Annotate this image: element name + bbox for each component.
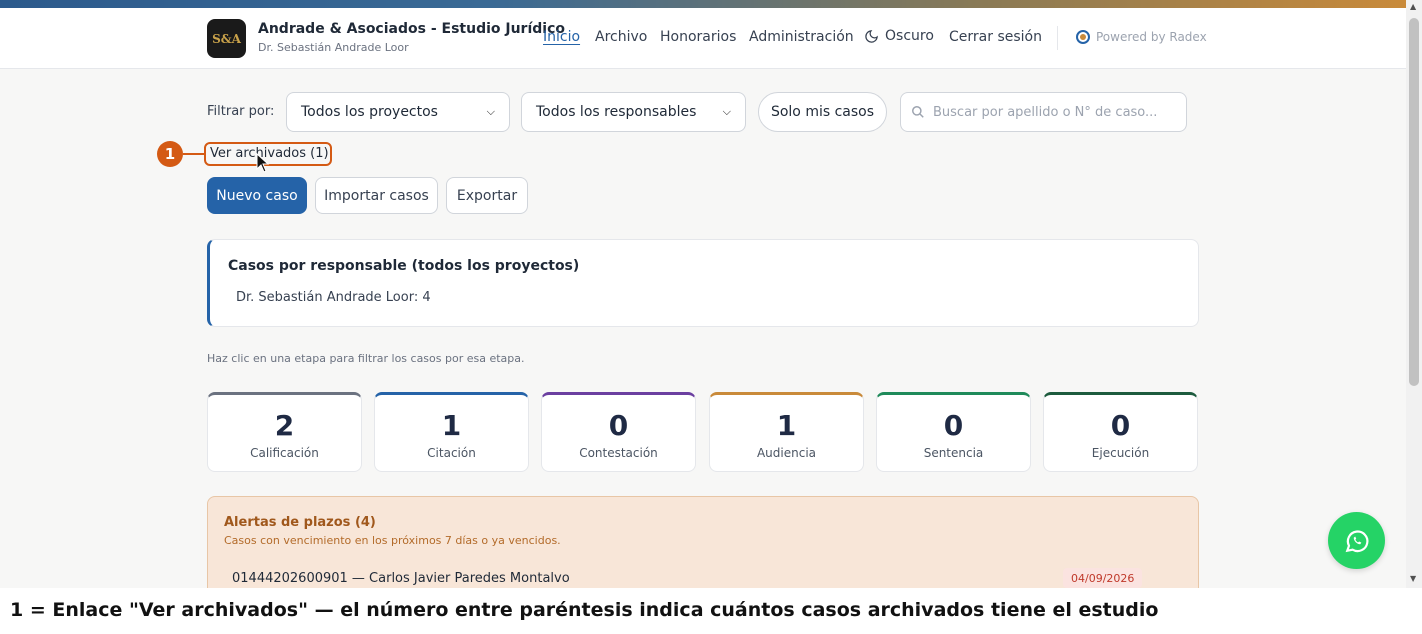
annotation-caption: 1 = Enlace "Ver archivados" — el número … <box>0 588 1422 634</box>
radex-logo-icon <box>1076 30 1090 44</box>
stage-card-contestacion[interactable]: 0 Contestación <box>541 392 696 472</box>
stage-count: 1 <box>441 409 462 442</box>
new-case-button[interactable]: Nuevo caso <box>207 177 307 214</box>
export-button[interactable]: Exportar <box>446 177 528 214</box>
filter-label: Filtrar por: <box>207 104 275 119</box>
logout-link[interactable]: Cerrar sesión <box>949 29 1042 45</box>
alert-row[interactable]: 01444202600901 — Carlos Javier Paredes M… <box>232 571 570 586</box>
search-input[interactable]: Buscar por apellido o N° de caso... <box>900 92 1187 132</box>
my-cases-button[interactable]: Solo mis casos <box>758 92 887 132</box>
scroll-thumb[interactable] <box>1409 18 1419 386</box>
responsible-count-item: Dr. Sebastián Andrade Loor: 4 <box>236 290 431 305</box>
deadline-alerts-panel: Alertas de plazos (4) Casos con vencimie… <box>207 496 1199 588</box>
stage-hint: Haz clic en una etapa para filtrar los c… <box>207 352 525 365</box>
scroll-up-arrow-icon[interactable]: ▲ <box>1410 2 1416 11</box>
stage-card-ejecucion[interactable]: 0 Ejecución <box>1043 392 1198 472</box>
stage-count: 0 <box>608 409 629 442</box>
stage-label: Audiencia <box>756 446 817 460</box>
annotation-badge: 1 <box>157 141 183 167</box>
firm-name: Andrade & Asociados - Estudio Jurídico <box>258 21 565 37</box>
stage-count: 2 <box>274 409 295 442</box>
powered-by-label: Powered by Radex <box>1096 30 1207 44</box>
nav-inicio[interactable]: Inicio <box>543 29 580 45</box>
search-placeholder: Buscar por apellido o N° de caso... <box>933 104 1158 120</box>
nav-administracion[interactable]: Administración <box>749 29 854 45</box>
stage-label: Contestación <box>579 446 658 460</box>
alerts-subtitle: Casos con vencimiento en los próximos 7 … <box>224 534 561 547</box>
dark-mode-toggle[interactable]: Oscuro <box>864 28 934 44</box>
vertical-scrollbar[interactable]: ▲ ▼ <box>1406 0 1422 588</box>
top-gradient-bar <box>0 0 1406 8</box>
stage-count: 1 <box>776 409 797 442</box>
dark-mode-label: Oscuro <box>885 28 934 44</box>
responsible-select[interactable]: Todos los responsables ⌵ <box>521 92 746 132</box>
mouse-cursor-icon <box>256 153 270 173</box>
app-viewport: S&A Andrade & Asociados - Estudio Jurídi… <box>0 8 1406 588</box>
stage-label: Ejecución <box>1091 446 1150 460</box>
stage-card-citacion[interactable]: 1 Citación <box>374 392 529 472</box>
whatsapp-icon <box>1345 529 1368 552</box>
annotation-caption-text: 1 = Enlace "Ver archivados" — el número … <box>10 599 1159 621</box>
nav-archivo[interactable]: Archivo <box>595 29 647 45</box>
nav-honorarios[interactable]: Honorarios <box>660 29 736 45</box>
firm-owner: Dr. Sebastián Andrade Loor <box>258 41 409 54</box>
stage-card-calificacion[interactable]: 2 Calificación <box>207 392 362 472</box>
responsible-summary-card: Casos por responsable (todos los proyect… <box>207 239 1199 327</box>
alert-date-badge: 04/09/2026 <box>1063 568 1143 588</box>
stage-label: Calificación <box>250 446 319 460</box>
alerts-title: Alertas de plazos (4) <box>224 515 376 530</box>
stage-count: 0 <box>943 409 964 442</box>
responsible-select-value: Todos los responsables <box>536 104 697 120</box>
project-select[interactable]: Todos los proyectos ⌵ <box>286 92 510 132</box>
chevron-down-icon: ⌵ <box>486 105 495 118</box>
powered-by[interactable]: Powered by Radex <box>1076 30 1207 44</box>
chevron-down-icon: ⌵ <box>722 105 731 118</box>
header-divider <box>1057 26 1058 50</box>
stage-count: 0 <box>1110 409 1131 442</box>
scroll-down-arrow-icon[interactable]: ▼ <box>1410 574 1416 583</box>
annotation-connector <box>183 153 205 155</box>
header: S&A Andrade & Asociados - Estudio Jurídi… <box>0 8 1406 69</box>
search-icon <box>912 106 924 118</box>
whatsapp-button[interactable] <box>1328 512 1385 569</box>
stage-card-sentencia[interactable]: 0 Sentencia <box>876 392 1031 472</box>
import-cases-button[interactable]: Importar casos <box>315 177 438 214</box>
stage-card-audiencia[interactable]: 1 Audiencia <box>709 392 864 472</box>
responsible-card-title: Casos por responsable (todos los proyect… <box>228 258 580 274</box>
moon-icon <box>865 29 878 43</box>
project-select-value: Todos los proyectos <box>301 104 438 120</box>
stage-label: Sentencia <box>923 446 984 460</box>
firm-logo[interactable]: S&A <box>207 19 246 58</box>
stage-label: Citación <box>427 446 476 460</box>
